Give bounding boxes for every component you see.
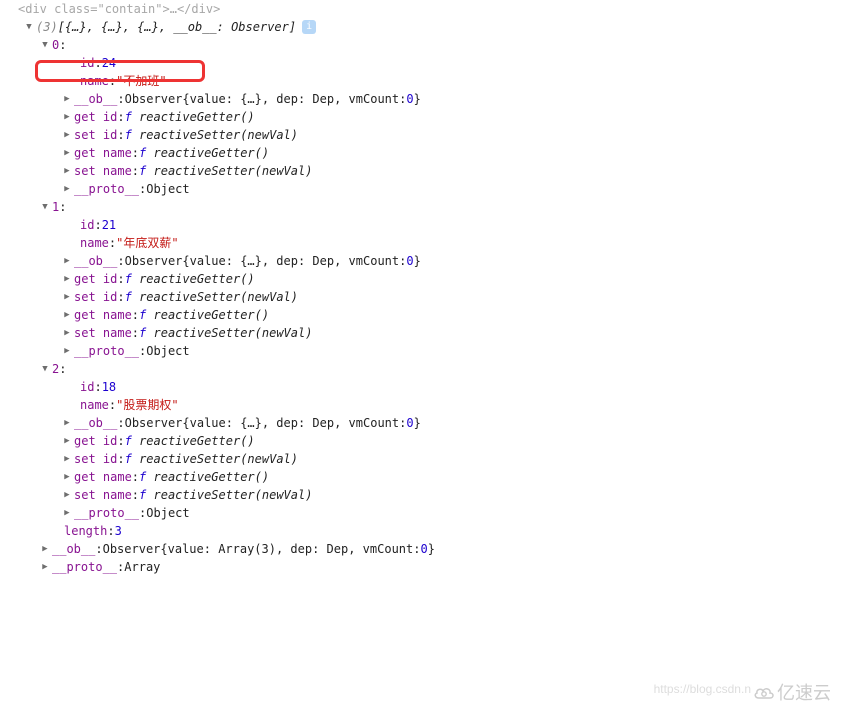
property-key: name	[80, 72, 109, 90]
object-index: 0	[52, 36, 59, 54]
expand-arrow-icon[interactable]	[62, 292, 72, 302]
outer-observer-row[interactable]: __ob__: Observer {value: Array(3), dep: …	[8, 540, 841, 558]
length-value: 3	[115, 522, 122, 540]
expand-arrow-icon[interactable]	[62, 454, 72, 464]
proto-row[interactable]: __proto__: Object	[8, 180, 841, 198]
expand-arrow-icon[interactable]	[40, 544, 50, 554]
setter-label: set name	[74, 162, 132, 180]
function-name: reactiveSetter(newVal)	[139, 126, 298, 144]
observer-body: {value: {…}, dep: Dep, vmCount:	[182, 90, 406, 108]
expand-arrow-icon[interactable]	[62, 166, 72, 176]
property-row-name[interactable]: name: "股票期权"	[8, 396, 841, 414]
getter-row[interactable]: get id: f reactiveGetter()	[8, 108, 841, 126]
object-index-row[interactable]: 1:	[8, 198, 841, 216]
object-index-row[interactable]: 0:	[8, 36, 841, 54]
proto-row[interactable]: __proto__: Object	[8, 504, 841, 522]
function-f-icon: f	[125, 108, 132, 126]
getter-label: get id	[74, 108, 117, 126]
setter-row[interactable]: set name: f reactiveSetter(newVal)	[8, 162, 841, 180]
expand-arrow-icon[interactable]	[24, 22, 34, 32]
expand-arrow-icon[interactable]	[62, 274, 72, 284]
property-value: "不加班"	[116, 72, 166, 90]
observer-row[interactable]: __ob__: Observer {value: {…}, dep: Dep, …	[8, 90, 841, 108]
object-index: 1	[52, 198, 59, 216]
expand-arrow-icon[interactable]	[62, 418, 72, 428]
getter-row[interactable]: get id: f reactiveGetter()	[8, 432, 841, 450]
outer-ob-key: __ob__	[52, 540, 95, 558]
property-key: id	[80, 54, 94, 72]
function-f-icon: f	[139, 144, 146, 162]
getter-label: get name	[74, 144, 132, 162]
setter-row[interactable]: set name: f reactiveSetter(newVal)	[8, 324, 841, 342]
proto-row[interactable]: __proto__: Object	[8, 342, 841, 360]
expand-arrow-icon[interactable]	[40, 562, 50, 572]
function-name: reactiveSetter(newVal)	[154, 162, 313, 180]
observer-prefix: Observer	[125, 90, 183, 108]
proto-value: Object	[146, 180, 189, 198]
getter-row[interactable]: get name: f reactiveGetter()	[8, 144, 841, 162]
expand-arrow-icon[interactable]	[62, 472, 72, 482]
outer-proto-row[interactable]: __proto__: Array	[8, 558, 841, 576]
function-f-icon: f	[125, 126, 132, 144]
expand-arrow-icon[interactable]	[62, 130, 72, 140]
expand-arrow-icon[interactable]	[62, 346, 72, 356]
observer-row[interactable]: __ob__: Observer {value: {…}, dep: Dep, …	[8, 414, 841, 432]
function-name: reactiveGetter()	[154, 144, 270, 162]
property-value: 24	[102, 54, 116, 72]
function-name	[132, 108, 139, 126]
setter-row[interactable]: set name: f reactiveSetter(newVal)	[8, 486, 841, 504]
expand-arrow-icon[interactable]	[62, 508, 72, 518]
expand-arrow-icon[interactable]	[62, 436, 72, 446]
observer-row[interactable]: __ob__: Observer {value: {…}, dep: Dep, …	[8, 252, 841, 270]
expand-arrow-icon[interactable]	[62, 256, 72, 266]
property-row-id[interactable]: id: 21	[8, 216, 841, 234]
expand-arrow-icon[interactable]	[62, 490, 72, 500]
array-length-prefix: (3)	[36, 18, 58, 36]
expand-arrow-icon[interactable]	[62, 328, 72, 338]
array-header-row[interactable]: (3) [{…}, {…}, {…}, __ob__: Observer] i	[8, 18, 841, 36]
setter-row[interactable]: set id: f reactiveSetter(newVal)	[8, 126, 841, 144]
getter-row[interactable]: get id: f reactiveGetter()	[8, 270, 841, 288]
info-badge-icon[interactable]: i	[302, 20, 316, 34]
property-row-name[interactable]: name: "不加班"	[8, 72, 841, 90]
expand-arrow-icon[interactable]	[62, 94, 72, 104]
observer-close: }	[414, 90, 421, 108]
proto-key: __proto__	[74, 180, 139, 198]
expand-arrow-icon[interactable]	[62, 184, 72, 194]
observer-vmcount: 0	[406, 90, 413, 108]
setter-row[interactable]: set id: f reactiveSetter(newVal)	[8, 288, 841, 306]
expand-arrow-icon[interactable]	[62, 310, 72, 320]
outer-proto-key: __proto__	[52, 558, 117, 576]
expand-arrow-icon[interactable]	[40, 40, 50, 50]
cloud-icon	[753, 685, 775, 701]
length-key: length	[64, 522, 107, 540]
object-index: 2	[52, 360, 59, 378]
expand-arrow-icon[interactable]	[40, 364, 50, 374]
watermark-url: https://blog.csdn.n	[654, 680, 751, 698]
length-row[interactable]: length: 3	[8, 522, 841, 540]
getter-row[interactable]: get name: f reactiveGetter()	[8, 468, 841, 486]
expand-arrow-icon[interactable]	[62, 112, 72, 122]
expand-arrow-icon[interactable]	[62, 148, 72, 158]
setter-label: set id	[74, 126, 117, 144]
console-output: (3) [{…}, {…}, {…}, __ob__: Observer] i …	[0, 14, 841, 576]
expand-arrow-icon[interactable]	[40, 202, 50, 212]
array-header-body: [{…}, {…}, {…}, __ob__: Observer]	[58, 18, 296, 36]
function-f-icon: f	[139, 162, 146, 180]
top-html-fragment: <div class="contain">…</div>	[0, 0, 841, 14]
property-row-id[interactable]: id: 24	[8, 54, 841, 72]
object-index-row[interactable]: 2:	[8, 360, 841, 378]
getter-row[interactable]: get name: f reactiveGetter()	[8, 306, 841, 324]
watermark-brand: 亿速云	[753, 684, 831, 702]
setter-row[interactable]: set id: f reactiveSetter(newVal)	[8, 450, 841, 468]
property-row-name[interactable]: name: "年底双薪"	[8, 234, 841, 252]
property-key: __ob__	[74, 90, 117, 108]
outer-proto-value: Array	[124, 558, 160, 576]
property-row-id[interactable]: id: 18	[8, 378, 841, 396]
